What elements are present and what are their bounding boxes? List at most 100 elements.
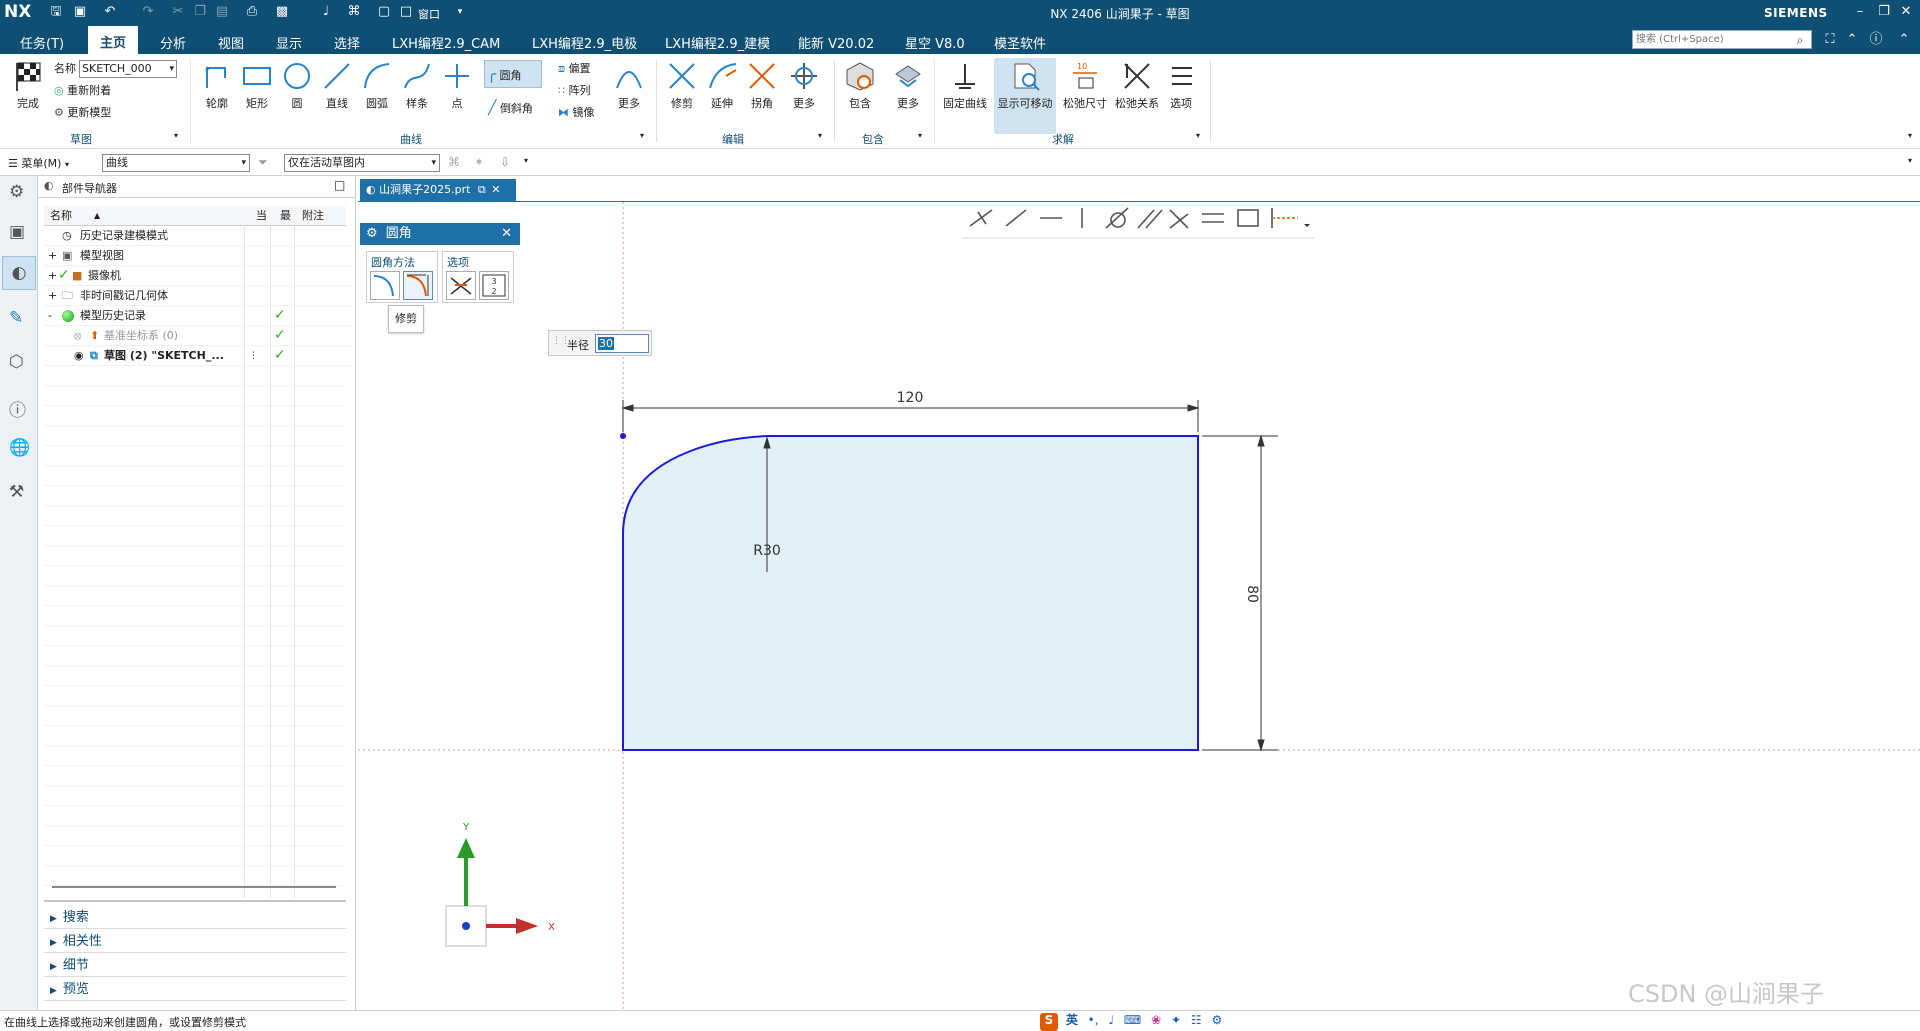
trim-mode-button[interactable]: 修剪 bbox=[388, 305, 424, 333]
accordion-search[interactable]: ▶ 搜索 bbox=[44, 907, 346, 929]
menu-lxh-cam[interactable]: LXH编程2.9_CAM bbox=[392, 33, 500, 52]
fillet-trim-button[interactable] bbox=[370, 271, 400, 300]
view-icon[interactable]: ▩ bbox=[274, 4, 290, 20]
sketch-name-select[interactable]: SKETCH_000 ▾ bbox=[79, 60, 177, 78]
extend-button[interactable]: 延伸 bbox=[704, 60, 740, 111]
microphone-icon[interactable]: ♩ bbox=[318, 4, 334, 20]
deselect-icon[interactable]: ✶ bbox=[474, 155, 484, 169]
snap-icon[interactable]: ⌘ bbox=[448, 155, 460, 169]
visible-eye-icon[interactable]: ◉ bbox=[74, 346, 84, 366]
col-note[interactable]: 附注 bbox=[302, 206, 324, 226]
history-icon[interactable]: ⓘ bbox=[9, 396, 26, 421]
select-options-icon[interactable]: ⇩ bbox=[500, 155, 510, 169]
menu-view[interactable]: 视图 bbox=[218, 33, 244, 52]
reuse-library-icon[interactable]: ⬡ bbox=[9, 352, 24, 372]
save-all-icon[interactable]: ▣ bbox=[72, 4, 88, 20]
ime-mode[interactable]: 英 bbox=[1066, 1013, 1078, 1027]
menu-home[interactable]: 主页 bbox=[88, 26, 139, 54]
toolbar-expand-icon[interactable]: ▾ bbox=[1908, 156, 1912, 165]
pin-icon[interactable]: ⌃ bbox=[1896, 32, 1912, 48]
restore-icon[interactable]: ❐ bbox=[1876, 4, 1892, 20]
col-latest[interactable]: 最 bbox=[280, 206, 291, 226]
group-edit-expand-icon[interactable]: ▾ bbox=[818, 131, 822, 140]
solve-options-button[interactable]: 选项 bbox=[1166, 60, 1196, 111]
accordion-dependencies[interactable]: ▶ 相关性 bbox=[44, 931, 346, 953]
relax-dimension-button[interactable]: 10 松弛尺寸 bbox=[1060, 60, 1110, 111]
undo-icon[interactable]: ↶ bbox=[102, 4, 118, 20]
trim-button[interactable]: 修剪 bbox=[664, 60, 700, 111]
ime-settings-icon[interactable]: ⚙ bbox=[1211, 1013, 1222, 1027]
relax-relation-button[interactable]: 松弛关系 bbox=[1112, 60, 1162, 111]
toolbox-icon[interactable]: ☷ bbox=[1191, 1013, 1202, 1027]
include-button[interactable]: 包含 bbox=[842, 60, 878, 111]
group-sketch-expand-icon[interactable]: ▾ bbox=[174, 131, 178, 140]
point-button[interactable]: 点 bbox=[440, 60, 474, 111]
expand-icon[interactable]: - bbox=[48, 306, 52, 326]
tools-icon[interactable]: ⚒ bbox=[9, 482, 24, 502]
expand-icon[interactable]: + bbox=[48, 266, 57, 286]
type-filter-select[interactable]: 曲线 ▾ bbox=[102, 154, 250, 172]
delete-third-curve-button[interactable] bbox=[446, 271, 476, 300]
sketch-tools-icon[interactable]: ✎ bbox=[9, 308, 23, 328]
tree-row-model-history[interactable]: - 模型历史记录 ✓ bbox=[44, 306, 352, 326]
line-button[interactable]: 直线 bbox=[320, 60, 354, 111]
part-navigator-icon[interactable]: ◐ bbox=[2, 256, 36, 290]
voice-input-icon[interactable]: ♩ bbox=[1108, 1013, 1114, 1027]
tree-row-model-views[interactable]: + ▣ 模型视图 bbox=[44, 246, 352, 266]
dropdown-icon[interactable]: ▾ bbox=[452, 4, 468, 20]
col-current[interactable]: 当 bbox=[256, 206, 267, 226]
save-icon[interactable]: 🖫 bbox=[48, 4, 64, 20]
tree-row-sketch[interactable]: ◉ ⧉ 草图 (2) "SKETCH_... ⋮ ✓ bbox=[44, 346, 352, 366]
menu-lxh-modeling[interactable]: LXH编程2.9_建模 bbox=[665, 33, 770, 52]
fillet-dialog-header[interactable]: ⚙ 圆角 ✕ bbox=[360, 223, 520, 245]
popout-icon[interactable]: ⧉ bbox=[478, 183, 486, 196]
alternate-solution-button[interactable]: 32 bbox=[479, 271, 509, 300]
close-icon[interactable]: ✕ bbox=[501, 223, 512, 245]
expand-icon[interactable]: + bbox=[48, 246, 57, 266]
radius-input[interactable]: 30 bbox=[595, 334, 649, 353]
menu-xingkong[interactable]: 星空 V8.0 bbox=[905, 33, 965, 52]
tree-row-datum-csys[interactable]: ⦻ ⬆ 基准坐标系 (0) ✓ bbox=[44, 326, 352, 346]
mirror-button[interactable]: ⧓ 镜像 bbox=[558, 104, 595, 122]
search-input[interactable] bbox=[1632, 30, 1812, 49]
window-icon[interactable]: ▢ bbox=[376, 4, 392, 20]
graphics-window[interactable]: ◐ 山涧果子2025.prt ⧉ ✕ 120 80 R30 Y X ⚙ 圆角 ✕… bbox=[358, 176, 1920, 1010]
chevron-down-icon[interactable]: ▾ bbox=[524, 156, 528, 165]
spline-button[interactable]: 样条 bbox=[400, 60, 434, 111]
skin-icon[interactable]: ❀ bbox=[1151, 1013, 1161, 1027]
filter-reset-icon[interactable]: ⏷ bbox=[258, 155, 268, 170]
close-icon[interactable]: ✕ bbox=[1898, 4, 1914, 20]
game-icon[interactable]: ✦ bbox=[1171, 1013, 1181, 1027]
edit-more-button[interactable]: 更多 bbox=[786, 60, 822, 111]
web-browser-icon[interactable]: 🌐 bbox=[9, 438, 30, 458]
tree-row-history-mode[interactable]: ◷ 历史记录建模模式 bbox=[44, 226, 352, 246]
group-curve-expand-icon[interactable]: ▾ bbox=[640, 131, 644, 140]
print-icon[interactable]: ⎙ bbox=[244, 4, 260, 20]
accordion-details[interactable]: ▶ 细节 bbox=[44, 955, 346, 977]
help-icon[interactable]: ⓘ bbox=[1868, 32, 1884, 48]
redo-icon[interactable]: ↷ bbox=[140, 4, 156, 20]
group-include-expand-icon[interactable]: ▾ bbox=[918, 131, 922, 140]
window-menu[interactable]: 窗口 bbox=[418, 6, 440, 22]
pattern-button[interactable]: ∷ 阵列 bbox=[558, 82, 591, 100]
menu-nengxin[interactable]: 能新 V20.02 bbox=[798, 33, 874, 52]
sketch-canvas[interactable]: 120 80 R30 Y X bbox=[358, 202, 1920, 1010]
menu-select[interactable]: 选择 bbox=[334, 33, 360, 52]
copy-icon[interactable]: ❐ bbox=[192, 4, 208, 20]
cut-icon[interactable]: ✂ bbox=[170, 4, 186, 20]
corner-button[interactable]: 拐角 bbox=[744, 60, 780, 111]
reattach-button[interactable]: ◎ 重新附着 bbox=[54, 82, 111, 100]
window-toggle-icon[interactable]: □ bbox=[398, 4, 414, 20]
tree-row-unused-geometry[interactable]: + 🗀 非时间戳记几何体 bbox=[44, 286, 352, 306]
close-tab-icon[interactable]: ✕ bbox=[491, 183, 500, 196]
ime-logo-icon[interactable]: S bbox=[1040, 1013, 1058, 1031]
accordion-preview[interactable]: ▶ 预览 bbox=[44, 979, 346, 1001]
finish-sketch-button[interactable]: 完成 bbox=[10, 60, 46, 111]
arc-button[interactable]: 圆弧 bbox=[360, 60, 394, 111]
scope-select[interactable]: 仅在活动草图内 ▾ bbox=[284, 154, 440, 172]
tree-row-cameras[interactable]: + ✓ ■ 摄像机 bbox=[44, 266, 352, 286]
panel-splitter[interactable] bbox=[44, 900, 346, 902]
maximize-panel-icon[interactable]: □ bbox=[334, 178, 345, 192]
punctuation-icon[interactable]: •, bbox=[1088, 1013, 1099, 1027]
paste-icon[interactable]: ▤ bbox=[214, 4, 230, 20]
